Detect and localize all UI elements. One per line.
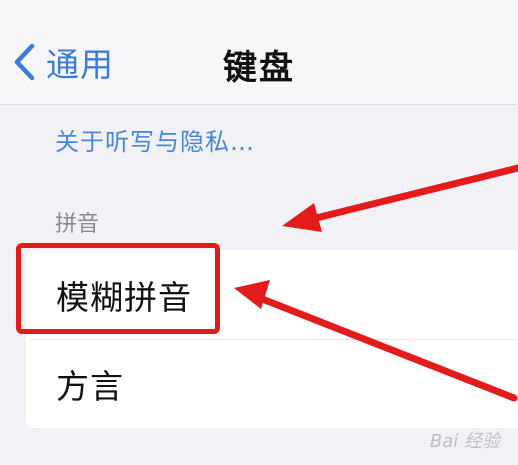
annotation-arrows: [234, 164, 518, 402]
arrow-icon: [282, 164, 518, 232]
watermark: Bai 经验: [429, 431, 500, 452]
arrow-icon: [234, 280, 518, 402]
